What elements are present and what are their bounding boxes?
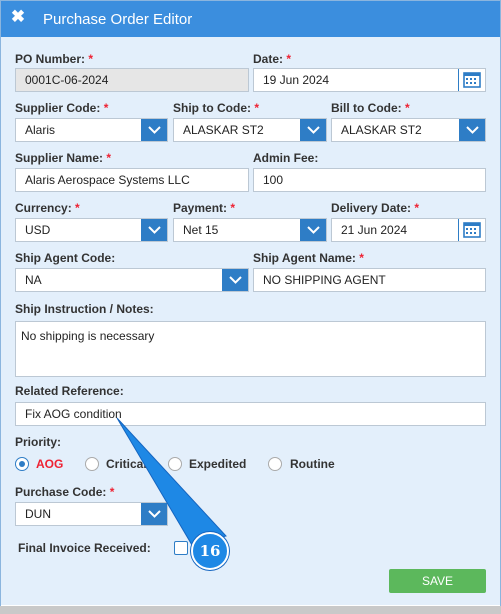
delivery-date-label: Delivery Date: *	[331, 201, 420, 215]
ship-agent-code-select[interactable]: NA	[15, 268, 249, 292]
admin-fee-label: Admin Fee:	[253, 151, 319, 165]
related-reference-field[interactable]: Fix AOG condition	[15, 402, 486, 426]
priority-radio-aog[interactable]	[15, 457, 29, 471]
payment-label: Payment: *	[173, 201, 236, 215]
supplier-code-select[interactable]: Alaris	[15, 118, 168, 142]
po-number-label: PO Number: *	[15, 52, 94, 66]
priority-radio-expedited[interactable]	[168, 457, 182, 471]
calendar-icon[interactable]	[458, 219, 485, 241]
final-invoice-checkbox[interactable]	[174, 541, 188, 555]
step-number-badge: 16	[191, 532, 229, 570]
priority-label: Priority:	[15, 435, 62, 449]
payment-select[interactable]: Net 15	[173, 218, 327, 242]
delivery-date-field[interactable]: 21 Jun 2024	[331, 218, 486, 242]
ship-agent-code-label: Ship Agent Code:	[15, 251, 116, 265]
chevron-down-icon[interactable]	[300, 119, 326, 141]
chevron-down-icon[interactable]	[141, 219, 167, 241]
purchase-code-select[interactable]: DUN	[15, 502, 168, 526]
bill-to-code-select[interactable]: ALASKAR ST2	[331, 118, 486, 142]
chevron-down-icon[interactable]	[300, 219, 326, 241]
close-icon[interactable]: ✖	[9, 8, 27, 26]
date-field[interactable]: 19 Jun 2024	[253, 68, 486, 92]
chevron-down-icon[interactable]	[141, 119, 167, 141]
priority-radio-critical[interactable]	[85, 457, 99, 471]
priority-option-aog[interactable]: AOG	[36, 457, 63, 471]
ship-instruction-label: Ship Instruction / Notes:	[15, 302, 154, 316]
bill-to-code-label: Bill to Code: *	[331, 101, 410, 115]
titlebar: ✖ Purchase Order Editor	[1, 1, 500, 37]
priority-option-routine[interactable]: Routine	[290, 457, 335, 471]
calendar-icon[interactable]	[458, 69, 485, 91]
currency-label: Currency: *	[15, 201, 80, 215]
admin-fee-field[interactable]: 100	[253, 168, 486, 192]
chevron-down-icon[interactable]	[459, 119, 485, 141]
purchase-code-label: Purchase Code: *	[15, 485, 115, 499]
ship-agent-name-field[interactable]: NO SHIPPING AGENT	[253, 268, 486, 292]
window-bottom-edge	[0, 606, 501, 614]
priority-option-critical[interactable]: Critical	[106, 457, 147, 471]
priority-radio-routine[interactable]	[268, 457, 282, 471]
supplier-code-label: Supplier Code: *	[15, 101, 109, 115]
ship-agent-name-label: Ship Agent Name: *	[253, 251, 364, 265]
po-number-field: 0001C-06-2024	[15, 68, 249, 92]
priority-option-expedited[interactable]: Expedited	[189, 457, 246, 471]
window-title: Purchase Order Editor	[43, 11, 193, 28]
chevron-down-icon[interactable]	[141, 503, 167, 525]
related-reference-label: Related Reference:	[15, 384, 124, 398]
chevron-down-icon[interactable]	[222, 269, 248, 291]
final-invoice-label: Final Invoice Received:	[18, 541, 151, 555]
ship-to-code-label: Ship to Code: *	[173, 101, 260, 115]
ship-instruction-textarea[interactable]: No shipping is necessary	[15, 321, 486, 377]
supplier-name-field[interactable]: Alaris Aerospace Systems LLC	[15, 168, 249, 192]
ship-to-code-select[interactable]: ALASKAR ST2	[173, 118, 327, 142]
date-label: Date: *	[253, 52, 292, 66]
currency-select[interactable]: USD	[15, 218, 168, 242]
supplier-name-label: Supplier Name: *	[15, 151, 112, 165]
save-button[interactable]: SAVE	[389, 569, 486, 593]
